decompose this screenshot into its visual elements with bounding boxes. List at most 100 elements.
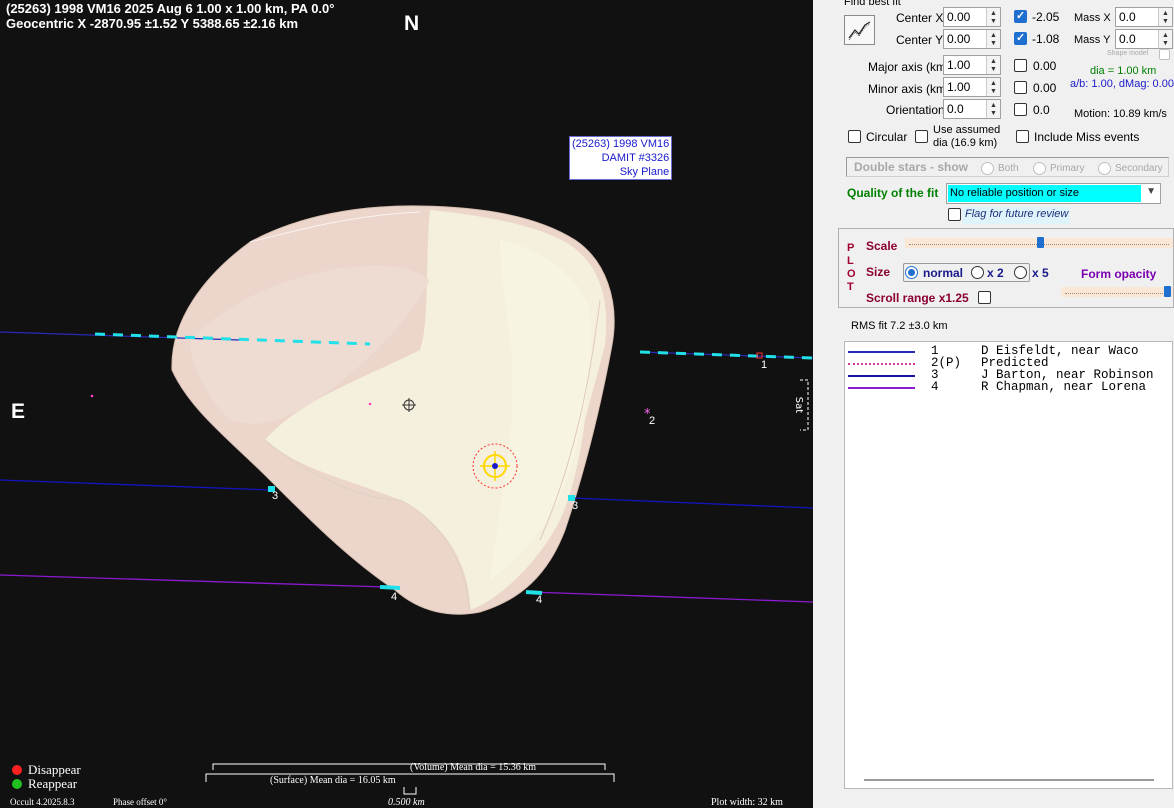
chord-label-4-left: 4: [391, 591, 397, 603]
center-y-spin-icon[interactable]: ▲ ▼: [986, 30, 1000, 48]
secondary-radio[interactable]: [1098, 162, 1111, 175]
circular-label: Circular: [866, 130, 908, 144]
orientation-input[interactable]: 0.0 ▲ ▼: [943, 99, 1001, 119]
scale-bar-bracket: [403, 787, 417, 795]
opacity-ticks: [1065, 290, 1169, 294]
sky-plane-plot[interactable]: * 1 2 3 3 4 4 Sat (25263) 1998 VM16 2025…: [0, 0, 813, 808]
mass-x-input[interactable]: 0.0 ▲ ▼: [1115, 7, 1173, 27]
object-info-box: (25263) 1998 VM16 DAMIT #3326 Sky Plane: [569, 136, 673, 180]
include-miss-label: Include Miss events: [1034, 130, 1140, 144]
surface-mean-dia: (Surface) Mean dia = 16.05 km: [270, 775, 396, 786]
size-x2-radio[interactable]: [971, 266, 984, 279]
primary-label: Primary: [1050, 163, 1085, 174]
center-x-input[interactable]: 0.00 ▲ ▼: [943, 7, 1001, 27]
phase-offset-label: Phase offset 0°: [113, 797, 167, 807]
both-label: Both: [998, 163, 1019, 174]
size-normal-radio[interactable]: [905, 266, 918, 279]
use-assumed-label: Use assumed dia (16.9 km): [933, 124, 1000, 150]
circular-checkbox[interactable]: [848, 130, 861, 143]
mass-y-input[interactable]: 0.0 ▲ ▼: [1115, 29, 1173, 49]
double-stars-label: Double stars - show: [854, 160, 969, 174]
scale-slider-thumb[interactable]: [1037, 237, 1044, 248]
ab-info: a/b: 1.00, dMag: 0.00: [1070, 78, 1174, 90]
orientation-label: Orientation: [886, 103, 945, 117]
major-axis-spin-icon[interactable]: ▲ ▼: [986, 56, 1000, 74]
scroll-range-label: Scroll range x1.25: [866, 291, 969, 305]
east-label: E: [11, 400, 26, 423]
observer-name: R Chapman, near Lorena: [981, 380, 1147, 394]
fit-major-checkbox[interactable]: [1014, 59, 1027, 72]
chord-4-right: [529, 591, 813, 603]
center-y-value: 0.00: [947, 32, 971, 46]
shape-model-label: Shape model: [1107, 50, 1149, 57]
fit-x-value: -2.05: [1032, 10, 1060, 24]
find-best-fit-button[interactable]: [844, 15, 875, 45]
fit-minor-value: 0.00: [1033, 81, 1057, 95]
use-assumed-line2: dia (16.9 km): [933, 137, 998, 149]
chord-4-left: [0, 574, 386, 588]
minor-axis-label: Minor axis (km): [868, 82, 951, 96]
quality-select[interactable]: No reliable position or size ▼: [946, 183, 1161, 204]
flag-review-checkbox[interactable]: [948, 208, 961, 221]
primary-radio[interactable]: [1033, 162, 1046, 175]
fit-x-checkbox[interactable]: [1014, 9, 1027, 23]
orientation-spin-icon[interactable]: ▲ ▼: [986, 100, 1000, 118]
line-swatch: [848, 375, 915, 377]
both-radio[interactable]: [981, 162, 994, 175]
scale-label: Scale: [866, 239, 898, 253]
center-x-spin-icon[interactable]: ▲ ▼: [986, 8, 1000, 26]
observer-list[interactable]: 1 D Eisfeldt, near Waco 2(P) Predicted 3…: [844, 341, 1173, 789]
line-swatch: [848, 351, 915, 353]
major-axis-label: Major axis (km): [868, 60, 951, 74]
size-label: Size: [866, 265, 891, 279]
list-item[interactable]: 4 R Chapman, near Lorena: [845, 381, 1174, 393]
horizontal-scrollbar[interactable]: [864, 779, 1154, 781]
surface-dia-bracket: [205, 773, 615, 782]
minor-axis-input[interactable]: 1.00 ▲ ▼: [943, 77, 1001, 97]
form-opacity-slider[interactable]: [1061, 286, 1173, 297]
plot-settings-group: P L O T Scale Size normal x 2 x 5 Form o…: [838, 228, 1174, 308]
size-x5-radio[interactable]: [1014, 266, 1027, 279]
predicted-point-left: [90, 394, 94, 398]
include-miss-checkbox[interactable]: [1016, 130, 1029, 143]
mass-y-spin-icon[interactable]: ▲ ▼: [1158, 30, 1172, 48]
center-y-input[interactable]: 0.00 ▲ ▼: [943, 29, 1001, 49]
dia-info: dia = 1.00 km: [1090, 65, 1157, 77]
chord-label-3-left: 3: [272, 490, 278, 502]
scale-slider[interactable]: [905, 237, 1173, 248]
quality-value: No reliable position or size: [948, 185, 1141, 202]
minor-axis-spin-icon[interactable]: ▲ ▼: [986, 78, 1000, 96]
center-y-label: Center Y: [896, 33, 944, 47]
flag-review-label: Flag for future review: [962, 207, 1070, 224]
control-panel: Find best fit Center X 0.00 ▲ ▼ Center Y …: [813, 0, 1174, 808]
quality-label: Quality of the fit: [847, 186, 939, 200]
fit-minor-checkbox[interactable]: [1014, 81, 1027, 94]
secondary-label: Secondary: [1115, 163, 1163, 174]
sat-label: Sat: [793, 397, 804, 413]
scroll-range-checkbox[interactable]: [978, 291, 991, 304]
mass-x-value: 0.0: [1119, 10, 1136, 24]
center-x-label: Center X: [896, 11, 944, 25]
chord-4-left-tick: [379, 585, 401, 590]
chord-label-1: 1: [761, 359, 767, 371]
fit-major-value: 0.00: [1033, 59, 1057, 73]
mass-y-label: Mass Y: [1074, 34, 1111, 46]
major-axis-input[interactable]: 1.00 ▲ ▼: [943, 55, 1001, 75]
fit-y-checkbox[interactable]: [1014, 31, 1027, 45]
find-best-fit-label: Find best fit: [844, 0, 901, 8]
motion-info: Motion: 10.89 km/s: [1074, 108, 1167, 120]
use-assumed-checkbox[interactable]: [915, 130, 928, 143]
form-opacity-slider-thumb[interactable]: [1164, 286, 1171, 297]
form-opacity-label: Form opacity: [1081, 267, 1157, 281]
size-x2-label: x 2: [987, 266, 1004, 280]
center-x-value: 0.00: [947, 10, 971, 24]
rms-fit-label: RMS fit 7.2 ±3.0 km: [851, 320, 948, 332]
plot-width-label: Plot width: 32 km: [711, 797, 783, 808]
plot-letter-o: O: [847, 268, 856, 280]
chord-4-right-tick: [525, 590, 543, 595]
shape-model-checkbox[interactable]: [1159, 49, 1170, 60]
fit-orientation-checkbox[interactable]: [1014, 103, 1027, 116]
predicted-point-center: [368, 402, 372, 406]
mass-x-spin-icon[interactable]: ▲ ▼: [1158, 8, 1172, 26]
plot-letter-p: P: [847, 242, 855, 254]
